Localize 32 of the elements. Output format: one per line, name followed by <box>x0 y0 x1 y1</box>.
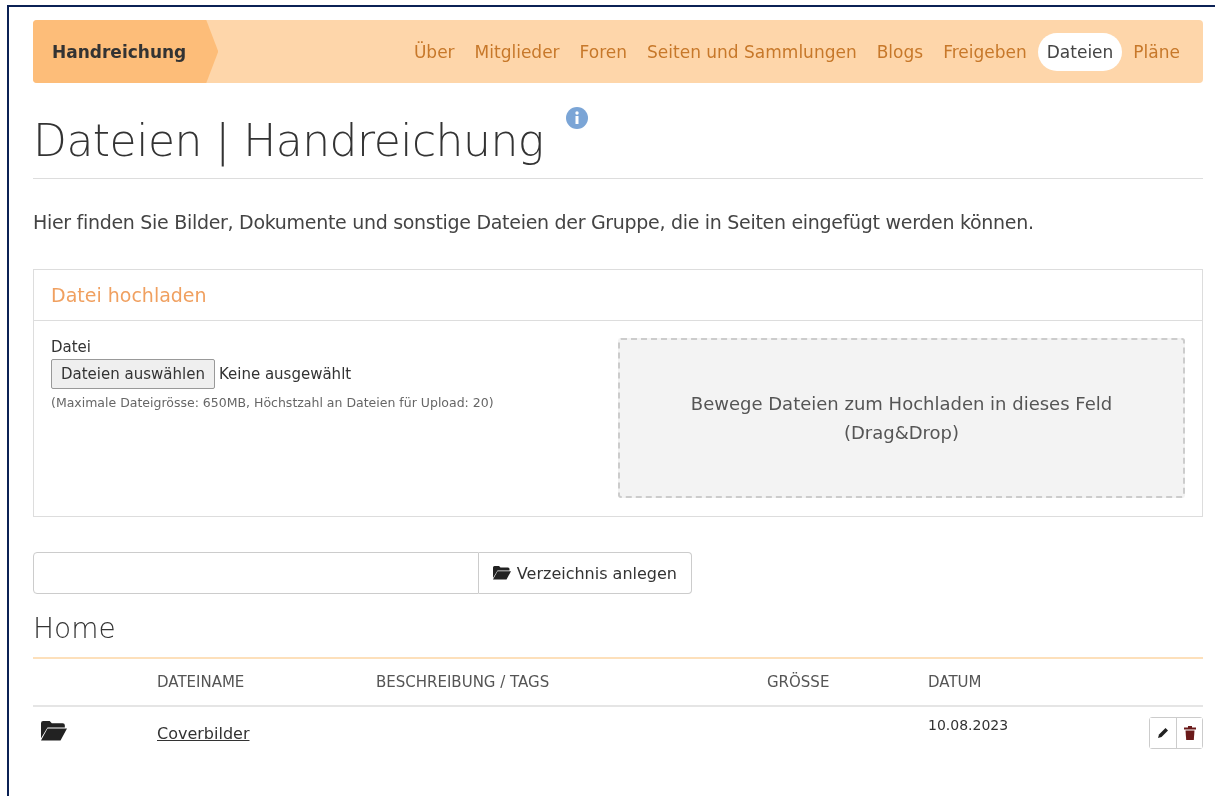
column-header: DATEINAME <box>157 673 245 691</box>
panel-title: Datei hochladen <box>51 284 207 306</box>
nav-tab[interactable]: Seiten und Sammlungen <box>638 32 866 71</box>
choose-files-button[interactable]: Dateien auswählen <box>51 359 215 389</box>
folder-name-field[interactable] <box>33 552 479 594</box>
drop-zone-text: (Drag&Drop) <box>843 422 960 443</box>
nav-tab[interactable]: Blogs <box>867 32 933 71</box>
folder-icon <box>41 721 67 741</box>
create-folder-button[interactable]: Verzeichnis anlegen <box>478 552 692 594</box>
drop-zone-text: Bewege Dateien zum Hochladen in dieses Feld <box>690 393 1113 414</box>
drop-zone[interactable]: Bewege Dateien zum Hochladen in dieses Feld (Drag&Drop) <box>618 338 1185 498</box>
nav-tab[interactable]: Pläne <box>1124 32 1189 71</box>
column-header: DATUM <box>928 673 982 691</box>
nav-tab[interactable]: Mitglieder <box>465 32 569 71</box>
file-status-text: Keine ausgewählt <box>218 365 352 383</box>
date-cell: 10.08.2023 <box>928 717 1009 733</box>
nav-tab[interactable]: Freigeben <box>934 32 1036 71</box>
delete-icon[interactable] <box>1176 718 1202 748</box>
nav-tab[interactable]: Foren <box>570 32 637 71</box>
column-header: BESCHREIBUNG / TAGS <box>376 673 550 691</box>
folder-icon <box>492 566 511 580</box>
section-title: Home <box>33 612 117 645</box>
page-title: Dateien | Handreichung <box>33 115 544 166</box>
info-icon[interactable] <box>565 107 588 129</box>
breadcrumb-item[interactable]: Handreichung <box>33 20 219 83</box>
nav-tab[interactable]: Über <box>404 32 464 71</box>
field-label: Datei <box>51 338 93 356</box>
nav-tab[interactable]: Dateien <box>1037 32 1123 71</box>
upload-hint: (Maximale Dateigrösse: 650MB, Höchstzahl an Dateien für Upload: 20) <box>51 395 495 410</box>
description-text: Hier finden Sie Bilder, Dokumente und sonstige Dateien der Gruppe, die in Seiten eingefügt werden können. <box>33 211 1035 233</box>
column-header: GRÖSSE <box>767 673 830 691</box>
file-link[interactable]: Coverbilder <box>157 723 250 743</box>
